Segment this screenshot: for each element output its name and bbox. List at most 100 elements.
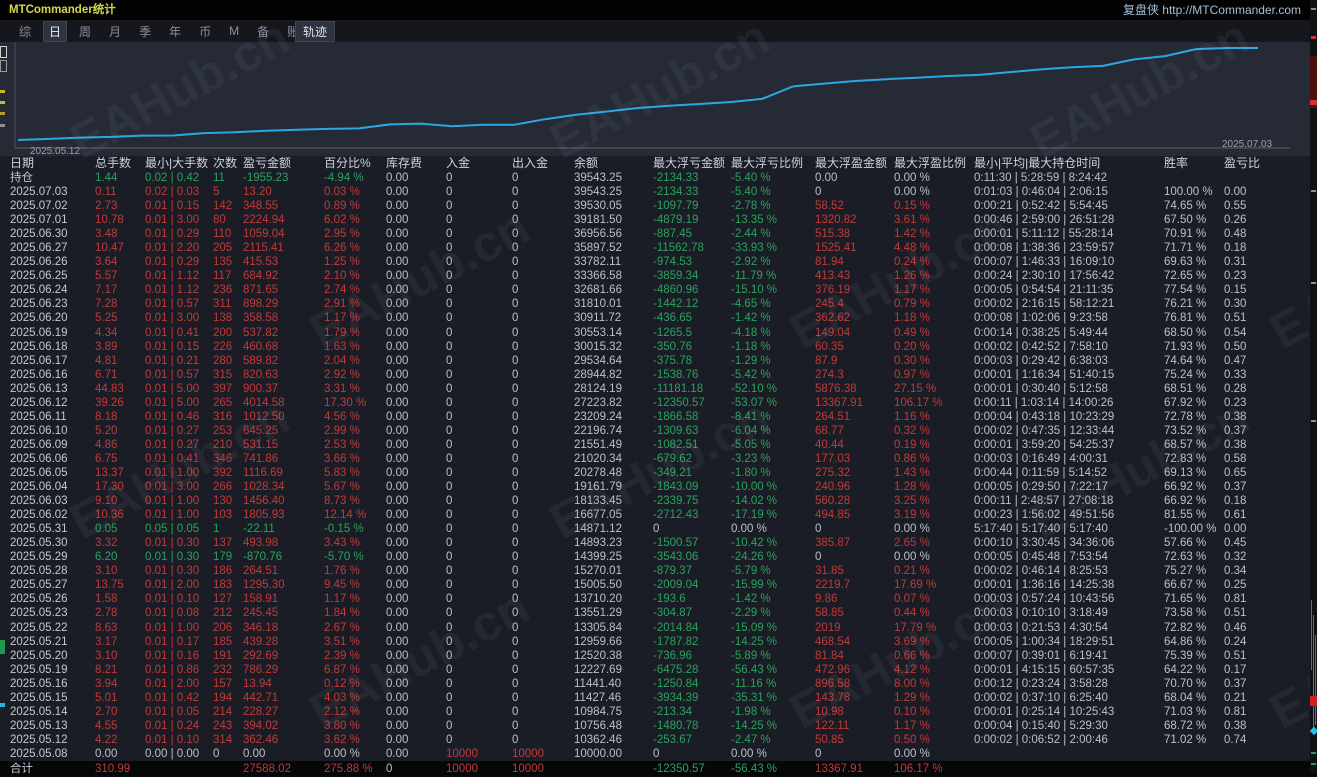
cell-7: 0 bbox=[446, 312, 453, 325]
cell-4: 348.55 bbox=[243, 200, 279, 213]
table-total-row[interactable]: 合计 310.99 27588.02 275.88 % 0 10000 10000 -1235… bbox=[0, 760, 1317, 777]
menu-item-M[interactable]: M bbox=[224, 23, 244, 39]
cell-14: 0:00:01 | 0:25:14 | 10:25:43 bbox=[974, 705, 1115, 718]
menu-item-币[interactable]: 币 bbox=[194, 22, 216, 41]
cell-12: 149.04 bbox=[815, 326, 851, 339]
cell-2: 0.01 | 3.00 bbox=[145, 214, 200, 227]
cell-8: 0 bbox=[512, 312, 519, 325]
table-row[interactable]: 2025.05.13 4.55 0.01 | 0.24 243 394.02 3.80 %… bbox=[0, 719, 1317, 733]
cell-4: 2224.94 bbox=[243, 214, 285, 227]
table-row[interactable]: 2025.06.10 5.20 0.01 | 0.27 253 645.25 2.99 %… bbox=[0, 424, 1317, 438]
table-row[interactable]: 2025.06.05 13.37 0.01 | 1.00 392 1116.69 5.83… bbox=[0, 466, 1317, 480]
table-row[interactable]: 2025.06.18 3.89 0.01 | 0.15 226 460.68 1.63 %… bbox=[0, 340, 1317, 354]
cell-11: -2.92 % bbox=[731, 256, 771, 269]
table-row[interactable]: 2025.06.06 6.75 0.01 | 0.41 346 741.86 3.66 %… bbox=[0, 452, 1317, 466]
menu-item-周[interactable]: 周 bbox=[74, 22, 96, 41]
cell-7: 0 bbox=[446, 481, 453, 494]
table-row[interactable]: 2025.06.12 39.26 0.01 | 5.00 265 4014.58 17.3… bbox=[0, 396, 1317, 410]
cell-7: 0 bbox=[446, 691, 453, 704]
table-row[interactable]: 2025.05.12 4.22 0.01 | 0.10 314 362.46 3.62 %… bbox=[0, 733, 1317, 747]
cell-15: -100.00 % bbox=[1164, 523, 1217, 536]
cell-5: -4.94 % bbox=[324, 172, 364, 184]
table-row[interactable]: 2025.05.31 0.05 0.05 | 0.05 1 -22.11 -0.15 % 0… bbox=[0, 522, 1317, 536]
table-row[interactable]: 2025.05.28 3.10 0.01 | 0.30 186 264.51 1.76 %… bbox=[0, 564, 1317, 578]
menu-item-日[interactable]: 日 bbox=[43, 20, 68, 42]
table-row[interactable]: 2025.05.16 3.94 0.01 | 2.00 157 13.94 0.12 % 0… bbox=[0, 677, 1317, 691]
table-row[interactable]: 2025.05.19 8.21 0.01 | 0.86 232 786.29 6.87 %… bbox=[0, 663, 1317, 677]
cell-10: -3543.06 bbox=[653, 551, 699, 564]
cell-3: 280 bbox=[213, 354, 233, 367]
menu-item-季[interactable]: 季 bbox=[134, 22, 156, 41]
table-row[interactable]: 2025.06.20 5.25 0.01 | 3.00 138 358.58 1.17 %… bbox=[0, 311, 1317, 325]
cell-12: 515.38 bbox=[815, 228, 851, 241]
table-row[interactable]: 2025.06.16 6.71 0.01 | 0.57 315 820.63 2.92 %… bbox=[0, 368, 1317, 382]
cell-1: 2.70 bbox=[95, 705, 118, 718]
table-row[interactable]: 持仓 1.44 0.02 | 0.42 11 -1955.23 -4.94 % 0.00 0 0… bbox=[0, 171, 1317, 185]
cell-0: 2025.06.23 bbox=[10, 298, 68, 311]
table-row[interactable]: 2025.05.08 0.00 0.00 | 0.00 0 0.00 0.00 % 0.00… bbox=[0, 747, 1317, 761]
table-row[interactable]: 2025.06.27 10.47 0.01 | 2.20 205 2115.41 6.26… bbox=[0, 241, 1317, 255]
cell-11: 0.00 % bbox=[731, 747, 767, 760]
table-row[interactable]: 2025.06.13 44.83 0.01 | 5.00 397 900.37 3.31 … bbox=[0, 382, 1317, 396]
table-row[interactable]: 2025.05.20 3.10 0.01 | 0.16 191 292.69 2.39 %… bbox=[0, 649, 1317, 663]
cell-6: 0.00 bbox=[386, 340, 409, 353]
table-row[interactable]: 2025.06.03 9.10 0.01 | 1.00 130 1456.40 8.73 … bbox=[0, 494, 1317, 508]
table-row[interactable]: 2025.06.04 17.30 0.01 | 3.00 266 1028.34 5.67… bbox=[0, 480, 1317, 494]
cell-8: 0 bbox=[512, 298, 519, 311]
menu-item-备[interactable]: 备 bbox=[252, 22, 274, 41]
cell-3: 130 bbox=[213, 495, 233, 508]
menu-bar: 综日周月季年币M备账户 轨迹 bbox=[0, 20, 1317, 42]
table-row[interactable]: 2025.06.23 7.28 0.01 | 0.57 311 898.29 2.91 %… bbox=[0, 297, 1317, 311]
brand-link[interactable]: 复盘侠 http://MTCommander.com bbox=[1123, 0, 1301, 20]
cell-5: 0.00 % bbox=[324, 747, 360, 760]
table-row[interactable]: 2025.06.02 10.36 0.01 | 1.00 103 1805.93 12.1… bbox=[0, 508, 1317, 522]
cell-13: 1.17 % bbox=[894, 719, 930, 732]
cell-7: 0 bbox=[446, 537, 453, 550]
cell-8: 0 bbox=[512, 579, 519, 592]
table-row[interactable]: 2025.05.21 3.17 0.01 | 0.17 185 439.28 3.51 %… bbox=[0, 635, 1317, 649]
table-row[interactable]: 2025.05.27 13.75 0.01 | 2.00 183 1295.30 9.45… bbox=[0, 578, 1317, 592]
table-header-row[interactable]: 日期 总手数 最小|大手数 次数 盈亏金额 百分比% 库存费 入金 出入金 余额 最大浮亏金额 最大浮… bbox=[0, 156, 1317, 171]
table-row[interactable]: 2025.06.11 8.18 0.01 | 0.46 316 1012.50 4.56 … bbox=[0, 410, 1317, 424]
table-row[interactable]: 2025.06.17 4.81 0.01 | 0.21 280 589.82 2.04 %… bbox=[0, 354, 1317, 368]
menu-item-综[interactable]: 综 bbox=[14, 22, 36, 41]
cell-0: 2025.05.29 bbox=[10, 551, 68, 564]
cell-13: 0.20 % bbox=[894, 340, 930, 353]
table-row[interactable]: 2025.05.29 6.20 0.01 | 0.30 179 -870.76 -5.70… bbox=[0, 550, 1317, 564]
cell-3: 117 bbox=[213, 270, 232, 283]
cell-9: 18133.45 bbox=[574, 495, 622, 508]
cell-0: 2025.06.16 bbox=[10, 368, 68, 381]
table-row[interactable]: 2025.05.26 1.58 0.01 | 0.10 127 158.91 1.17 %… bbox=[0, 592, 1317, 606]
cell-13: 0.07 % bbox=[894, 593, 930, 606]
table-row[interactable]: 2025.07.03 0.11 0.02 | 0.03 5 13.20 0.03 % 0.0… bbox=[0, 185, 1317, 199]
table-row[interactable]: 2025.05.15 5.01 0.01 | 0.42 194 442.71 4.03 %… bbox=[0, 691, 1317, 705]
table-row[interactable]: 2025.07.02 2.73 0.01 | 0.15 142 348.55 0.89 %… bbox=[0, 199, 1317, 213]
table-row[interactable]: 2025.05.23 2.78 0.01 | 0.08 212 245.45 1.84 %… bbox=[0, 606, 1317, 620]
cell-14: 0:00:02 | 0:06:52 | 2:00:46 bbox=[974, 733, 1108, 746]
cell-3: 232 bbox=[213, 663, 233, 676]
table-row[interactable]: 2025.06.30 3.48 0.01 | 0.29 110 1059.04 2.95 … bbox=[0, 227, 1317, 241]
menu-item-年[interactable]: 年 bbox=[164, 22, 186, 41]
menu-bar-items: 综日周月季年币M备账户 bbox=[14, 20, 324, 42]
cell-15: 69.13 % bbox=[1164, 466, 1207, 479]
cell-13: 0.50 % bbox=[894, 733, 930, 746]
table-row[interactable]: 2025.06.26 3.64 0.01 | 0.29 135 415.53 1.25 %… bbox=[0, 255, 1317, 269]
table-row[interactable]: 2025.07.01 10.78 0.01 | 3.00 80 2224.94 6.02 … bbox=[0, 213, 1317, 227]
cell-4: 1028.34 bbox=[243, 481, 285, 494]
table-row[interactable]: 2025.06.25 5.57 0.01 | 1.12 117 684.92 2.10 %… bbox=[0, 269, 1317, 283]
menu-item-月[interactable]: 月 bbox=[104, 22, 126, 41]
cell-6: 0.00 bbox=[386, 523, 409, 536]
table-row[interactable]: 2025.06.19 4.34 0.01 | 0.41 200 537.82 1.79 %… bbox=[0, 326, 1317, 340]
table-row[interactable]: 2025.06.09 4.86 0.01 | 0.27 210 531.15 2.53 %… bbox=[0, 438, 1317, 452]
track-button[interactable]: 轨迹 bbox=[294, 21, 336, 42]
table-row[interactable]: 2025.06.24 7.17 0.01 | 1.12 236 871.65 2.74 %… bbox=[0, 283, 1317, 297]
cell-4: 292.69 bbox=[243, 649, 279, 662]
right-sliver-dash1 bbox=[1311, 8, 1316, 10]
table-row[interactable]: 2025.05.22 8.63 0.01 | 1.00 206 346.18 2.67 %… bbox=[0, 621, 1317, 635]
cell-4: -22.11 bbox=[243, 523, 275, 536]
table-row[interactable]: 2025.05.30 3.32 0.01 | 0.30 137 493.98 3.43 %… bbox=[0, 536, 1317, 550]
cell-2: 0.01 | 3.00 bbox=[145, 312, 200, 325]
cell-10: -1538.76 bbox=[653, 368, 699, 381]
table-row[interactable]: 2025.05.14 2.70 0.01 | 0.05 214 228.27 2.12 %… bbox=[0, 705, 1317, 719]
cell-16: 0.38 bbox=[1224, 438, 1247, 451]
